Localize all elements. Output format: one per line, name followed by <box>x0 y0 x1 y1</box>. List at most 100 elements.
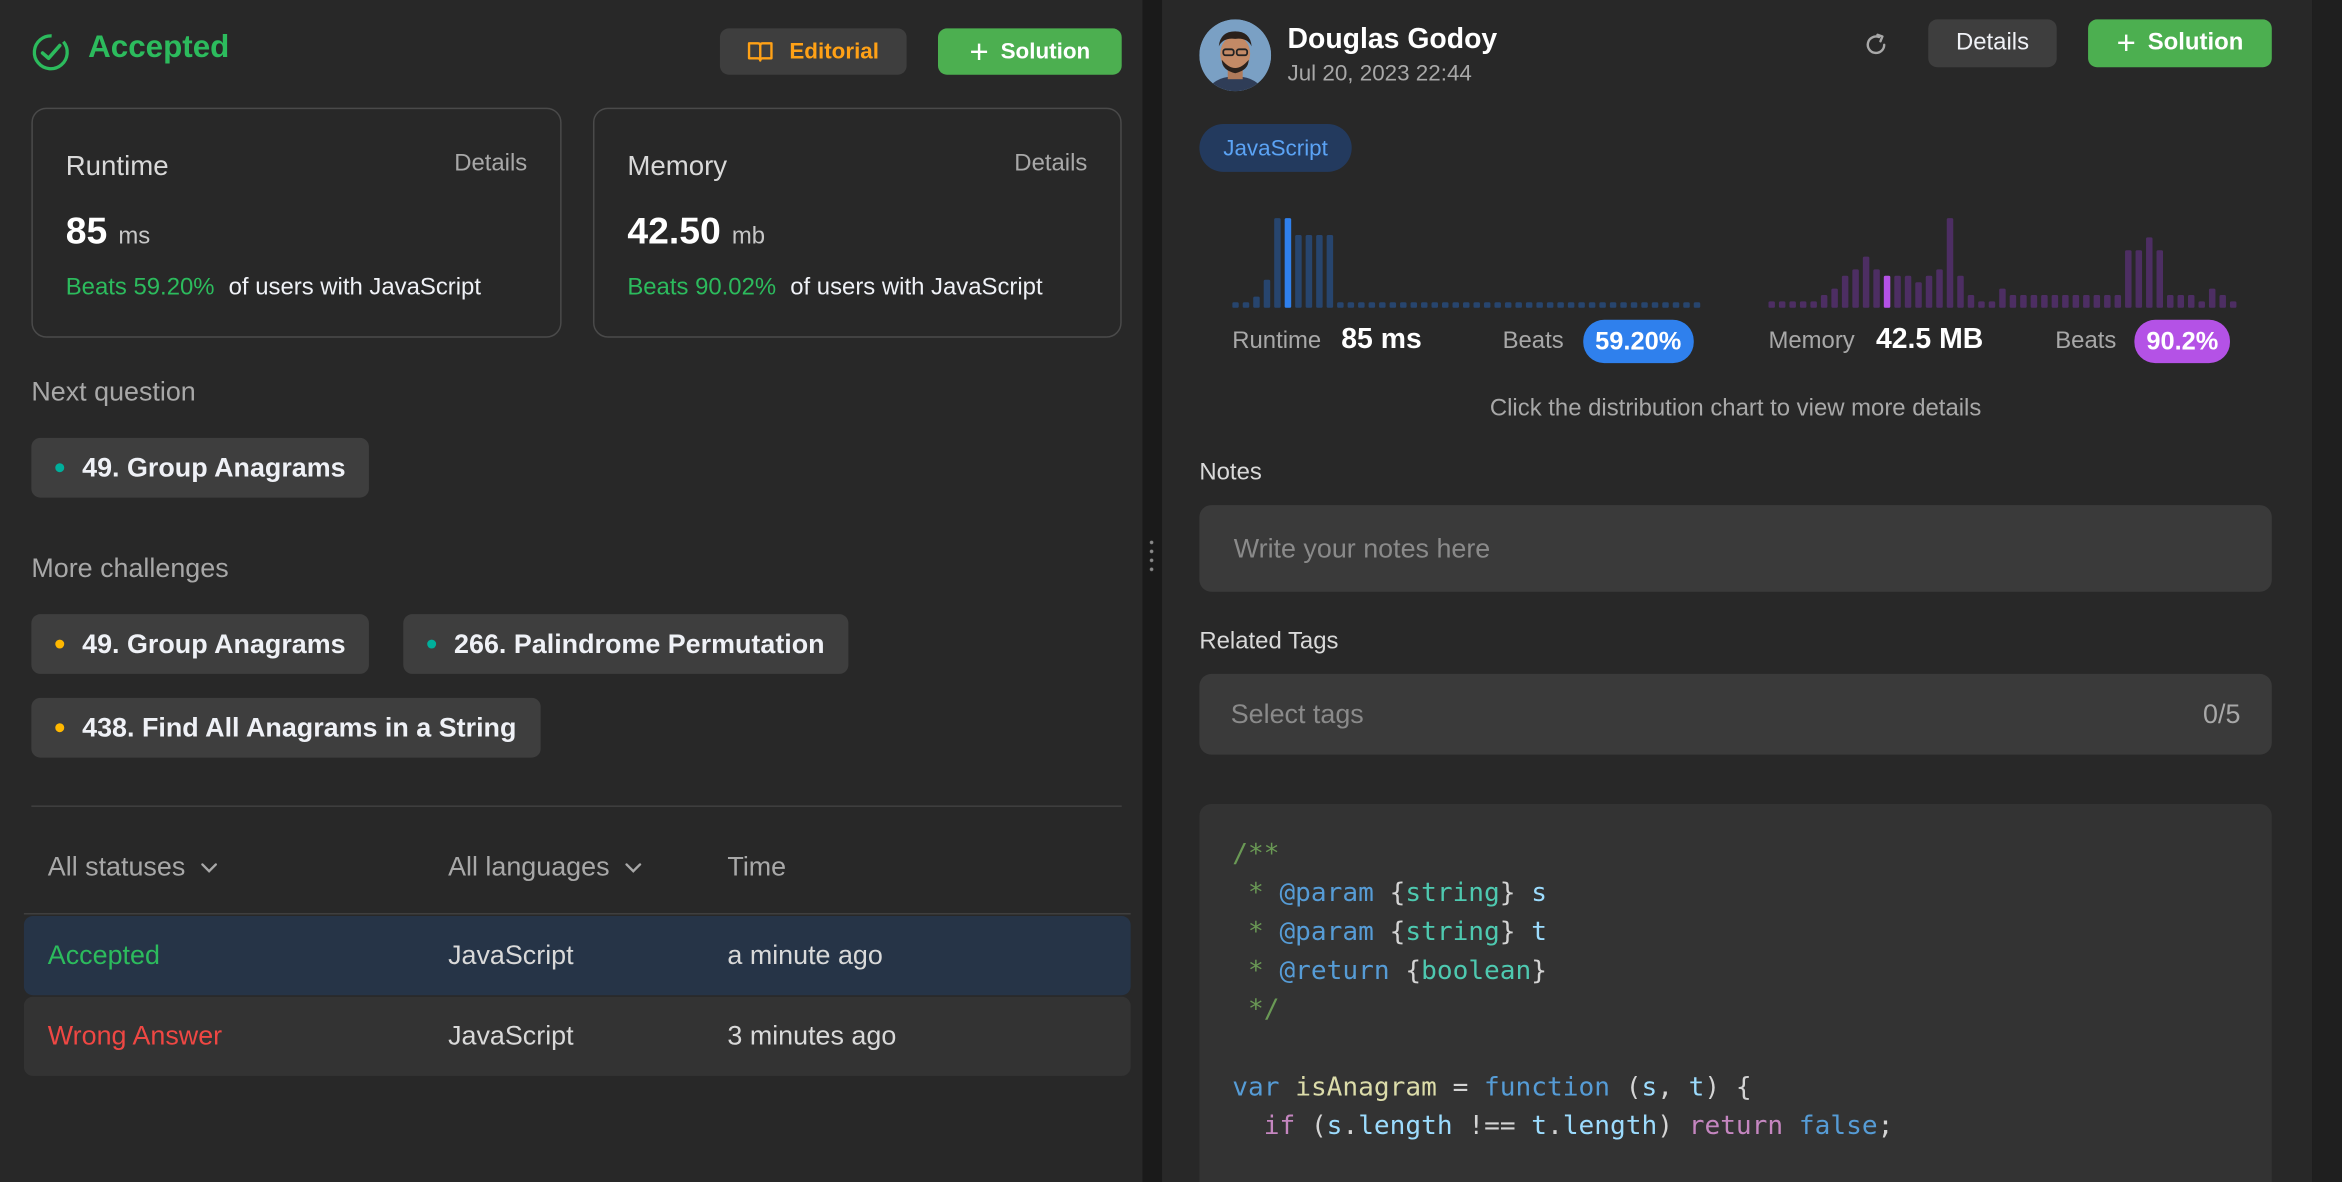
chart-bar[interactable] <box>1557 302 1564 308</box>
chart-bar[interactable] <box>2114 295 2122 308</box>
chart-bar[interactable] <box>1988 301 1996 308</box>
chart-bar[interactable] <box>1337 302 1344 308</box>
chart-bar[interactable] <box>2135 250 2143 308</box>
chart-bar[interactable] <box>2072 295 2080 308</box>
chart-bar[interactable] <box>2167 295 2174 308</box>
chart-bar[interactable] <box>1452 302 1459 308</box>
chart-bar[interactable] <box>1778 301 1786 308</box>
scrollbar[interactable] <box>2312 0 2342 1182</box>
chart-bar[interactable] <box>1295 234 1302 308</box>
chart-bar[interactable] <box>1630 302 1638 308</box>
chart-bar[interactable] <box>2051 295 2059 308</box>
chart-bar[interactable] <box>1651 302 1659 308</box>
chart-bar[interactable] <box>1389 302 1397 308</box>
chart-bar[interactable] <box>1810 301 1817 308</box>
chart-bar[interactable] <box>1368 302 1376 308</box>
chart-bar[interactable] <box>2062 295 2069 308</box>
challenge-chip[interactable]: 266. Palindrome Permutation <box>403 614 849 674</box>
chart-bar[interactable] <box>2125 250 2132 308</box>
chart-bar[interactable] <box>1588 302 1596 308</box>
chart-bar[interactable] <box>1274 218 1281 308</box>
chart-bar[interactable] <box>1253 296 1260 308</box>
chart-bar[interactable] <box>1693 302 1701 308</box>
chart-bar[interactable] <box>2187 295 2195 308</box>
author-name[interactable]: Douglas Godoy <box>1288 24 1498 57</box>
chart-bar[interactable] <box>1957 275 1964 308</box>
table-row[interactable]: Wrong Answer JavaScript 3 minutes ago <box>23 996 1131 1076</box>
chart-bar[interactable] <box>1999 288 2006 308</box>
chart-bar[interactable] <box>1799 301 1807 308</box>
notes-input[interactable]: Write your notes here <box>1199 505 2272 592</box>
chart-bar[interactable] <box>2104 295 2111 308</box>
chart-bar[interactable] <box>1494 302 1501 308</box>
details-button[interactable]: Details <box>1928 19 2057 68</box>
chart-bar[interactable] <box>1316 234 1323 308</box>
chart-bar[interactable] <box>1305 234 1313 308</box>
chart-bar[interactable] <box>1410 302 1418 308</box>
chart-bar[interactable] <box>1567 302 1575 308</box>
memory-card[interactable]: Memory Details 42.50 mb Beats 90.02% of … <box>592 107 1122 338</box>
chart-bar[interactable] <box>2219 295 2226 308</box>
chart-bar[interactable] <box>2229 301 2237 308</box>
chart-bar[interactable] <box>1462 302 1470 308</box>
chart-bar[interactable] <box>1620 302 1627 308</box>
chart-bar[interactable] <box>1400 302 1407 308</box>
chart-bar[interactable] <box>1421 302 1428 308</box>
chart-bar[interactable] <box>1483 302 1491 308</box>
chart-bar[interactable] <box>1242 302 1250 308</box>
chart-bar[interactable] <box>1683 302 1690 308</box>
editorial-button[interactable]: Editorial <box>719 28 907 75</box>
chart-bar[interactable] <box>1358 302 1365 308</box>
chart-bar[interactable] <box>1672 302 1680 308</box>
chart-bar[interactable] <box>1894 275 1901 308</box>
chart-bar[interactable] <box>1915 282 1922 308</box>
chart-bar[interactable] <box>1442 302 1449 308</box>
challenge-chip[interactable]: 438. Find All Anagrams in a String <box>31 697 541 758</box>
chart-bar[interactable] <box>1578 302 1585 308</box>
chart-bar[interactable] <box>1883 275 1891 308</box>
chart-bar[interactable] <box>1904 275 1912 308</box>
chart-bar[interactable] <box>1232 302 1239 308</box>
chart-bar[interactable] <box>1662 302 1669 308</box>
memory-chart-svg[interactable] <box>1768 206 2240 308</box>
chart-bar[interactable] <box>1641 302 1648 308</box>
panel-resize-handle[interactable] <box>1142 0 1163 1182</box>
chart-bar[interactable] <box>1515 302 1522 308</box>
chart-bar[interactable] <box>1862 256 1870 308</box>
solution-button[interactable]: + Solution <box>2088 19 2272 68</box>
chart-bar[interactable] <box>1841 275 1849 308</box>
chart-bar[interactable] <box>1536 302 1543 308</box>
status-filter[interactable]: All statuses <box>48 852 218 883</box>
runtime-details-link[interactable]: Details <box>454 151 527 178</box>
chart-bar[interactable] <box>1326 234 1334 308</box>
chart-bar[interactable] <box>1599 302 1606 308</box>
chart-bar[interactable] <box>1831 288 1838 308</box>
chart-bar[interactable] <box>2020 295 2027 308</box>
chart-bar[interactable] <box>1263 279 1271 308</box>
chart-bar[interactable] <box>1967 295 1975 308</box>
chart-bar[interactable] <box>1925 275 1933 308</box>
language-filter[interactable]: All languages <box>448 852 642 883</box>
code-block[interactable]: /** * @param {string} s * @param {string… <box>1199 803 2272 1182</box>
chart-bar[interactable] <box>1347 302 1355 308</box>
chart-bar[interactable] <box>1768 301 1775 308</box>
chart-bar[interactable] <box>1504 302 1512 308</box>
chart-bar[interactable] <box>1525 302 1533 308</box>
chart-bar[interactable] <box>1546 302 1554 308</box>
challenge-chip[interactable]: 49. Group Anagrams <box>31 614 370 674</box>
runtime-card[interactable]: Runtime Details 85 ms Beats 59.20% of us… <box>31 107 562 338</box>
refresh-icon[interactable] <box>1861 30 1891 60</box>
chart-bar[interactable] <box>1431 302 1439 308</box>
chart-bar[interactable] <box>2177 295 2185 308</box>
runtime-chart-svg[interactable] <box>1232 206 1704 308</box>
runtime-distribution-chart[interactable] <box>1232 206 1704 308</box>
chart-bar[interactable] <box>2146 237 2153 308</box>
chart-bar[interactable] <box>1873 269 1880 308</box>
tags-select[interactable]: Select tags 0/5 <box>1199 673 2272 755</box>
chart-bar[interactable] <box>2009 295 2017 308</box>
memory-details-link[interactable]: Details <box>1014 151 1087 178</box>
chart-bar[interactable] <box>1820 295 1828 308</box>
next-question-chip[interactable]: 49. Group Anagrams <box>31 437 370 498</box>
solution-button[interactable]: + Solution <box>937 28 1122 75</box>
memory-distribution-chart[interactable] <box>1768 206 2240 308</box>
